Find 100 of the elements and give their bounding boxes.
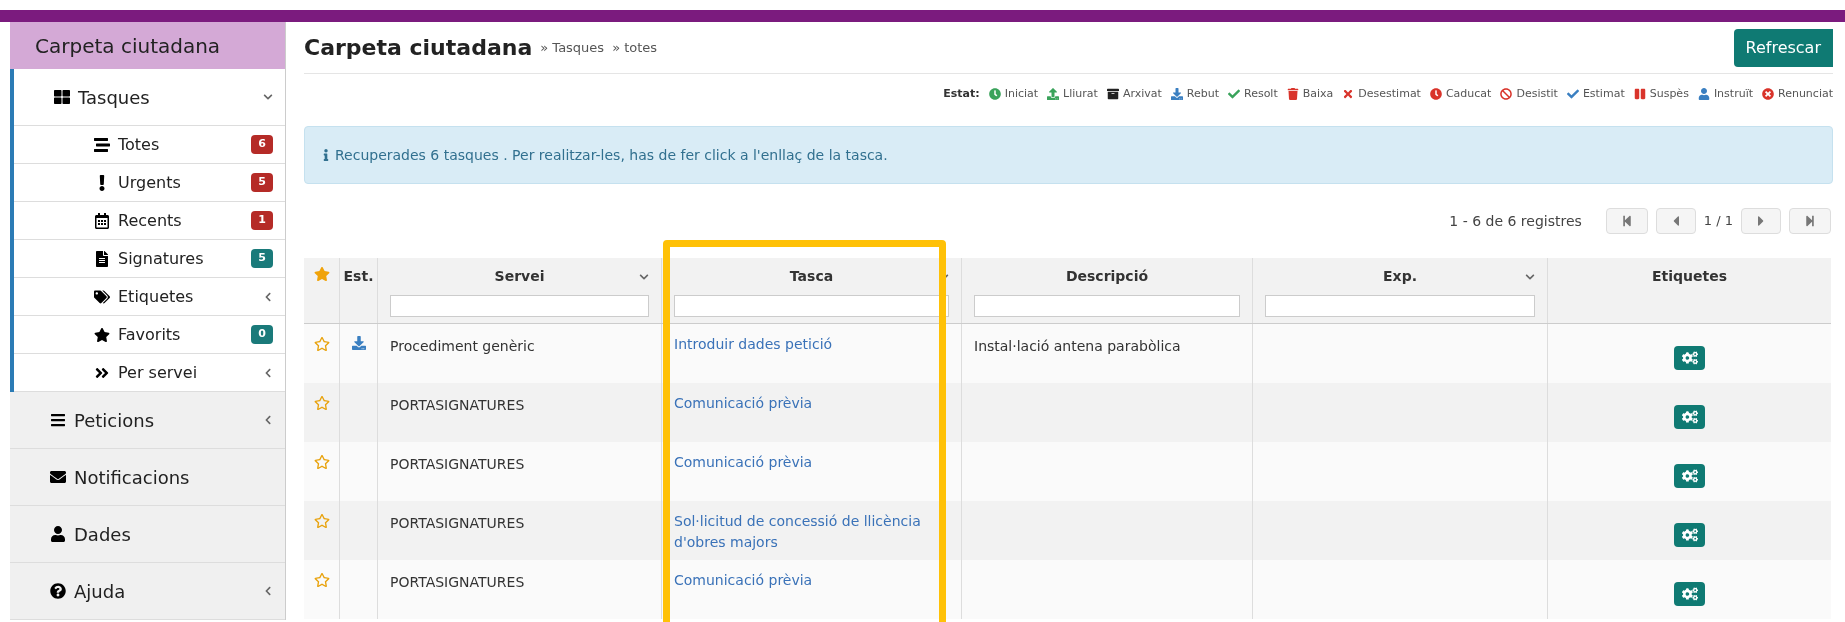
filter-field[interactable]	[974, 295, 1240, 317]
page-title: Carpeta ciutadana	[304, 34, 533, 62]
filter-field[interactable]	[390, 295, 649, 317]
document-icon	[94, 250, 110, 267]
table-cell: PORTASIGNATURES	[390, 397, 525, 413]
chevron-down-icon[interactable]	[1525, 271, 1535, 282]
first-page-button[interactable]	[1605, 208, 1648, 234]
sidebar-label: Notificacions	[74, 465, 190, 490]
legend-item: Iniciat	[1004, 85, 1039, 102]
star-icon[interactable]	[313, 395, 330, 411]
sidebar-label: Favorits	[118, 323, 181, 346]
sidebar-label: Tasques	[78, 85, 150, 110]
task-link[interactable]: Comunicació prèvia	[674, 452, 949, 473]
info-icon	[321, 149, 331, 161]
gears-icon	[1681, 528, 1698, 542]
sidebar-label: Totes	[118, 133, 160, 156]
envelope-icon	[50, 469, 66, 485]
sidebar-item[interactable]: Favorits 0	[14, 316, 285, 354]
filter-field[interactable]	[674, 295, 949, 317]
tags-button[interactable]	[1674, 582, 1705, 606]
legend-item: Baixa	[1302, 85, 1334, 102]
legend-item: Estimat	[1582, 85, 1625, 102]
legend-item: Renunciat	[1778, 85, 1833, 102]
skip-forward-icon	[1804, 215, 1816, 227]
sidebar-item[interactable]: Totes 6	[14, 126, 285, 164]
sidebar-label: Signatures	[118, 247, 204, 270]
next-page-button[interactable]	[1741, 208, 1781, 234]
table-cell: PORTASIGNATURES	[390, 456, 525, 472]
task-link[interactable]: Introduir dades petició	[674, 334, 949, 355]
task-link[interactable]: Comunicació prèvia	[674, 393, 949, 414]
gears-icon	[1681, 587, 1698, 601]
star-icon	[94, 326, 110, 343]
sidebar-label: Ajuda	[74, 579, 126, 604]
chevron-down-icon[interactable]	[639, 271, 649, 282]
refresh-button[interactable]: Refrescar	[1733, 28, 1833, 67]
column-header[interactable]: Descripció	[1065, 266, 1149, 287]
breadcrumb-link[interactable]: » totes	[612, 37, 658, 58]
star-icon[interactable]	[313, 572, 330, 588]
sidebar-label: Dades	[74, 522, 131, 547]
sidebar-item[interactable]: Tasques	[14, 69, 285, 126]
skip-back-icon	[1620, 215, 1633, 227]
column-header[interactable]: Est.	[343, 266, 374, 287]
user-icon	[50, 526, 66, 542]
sidebar-label: Per servei	[118, 361, 198, 384]
count-badge: 5	[251, 249, 273, 268]
legend-item: Lliurat	[1063, 85, 1098, 102]
tags-button[interactable]	[1674, 464, 1705, 488]
table-cell: PORTASIGNATURES	[390, 515, 525, 531]
legend-item: Arxivat	[1122, 85, 1162, 102]
table-cell: Instal·lació antena parabòlica	[974, 338, 1181, 354]
breadcrumb-link[interactable]: » Tasques	[540, 37, 605, 58]
page-indicator: 1 / 1	[1703, 212, 1733, 231]
record-count: 1 - 6 de 6 registres	[1449, 211, 1582, 231]
column-header[interactable]: Servei	[494, 266, 545, 287]
sidebar-label: Urgents	[118, 171, 181, 194]
tags-button[interactable]	[1674, 405, 1705, 429]
task-link[interactable]: Sol·licitud de concessió de llicència d'obres majors	[674, 511, 949, 553]
last-page-button[interactable]	[1789, 208, 1831, 234]
star-icon[interactable]	[313, 336, 330, 352]
column-header[interactable]: Tasca	[789, 266, 834, 287]
info-message: Recuperades 6 tasques . Per realitzar-les, has de fer click a l'enllaç de la tasca.	[335, 145, 888, 165]
filter-field[interactable]	[1265, 295, 1535, 317]
gears-icon	[1681, 410, 1698, 424]
calendar-icon	[94, 212, 110, 229]
tags-icon	[94, 288, 110, 305]
legend-item: Instruït	[1713, 85, 1753, 102]
legend-item: Suspès	[1649, 85, 1689, 102]
sidebar-item[interactable]: Etiquetes	[14, 278, 285, 316]
sidebar-item[interactable]: Per servei	[14, 354, 285, 392]
star-icon[interactable]	[313, 513, 330, 529]
sidebar-title: Carpeta ciutadana	[10, 22, 285, 69]
previous-page-button[interactable]	[1655, 208, 1696, 234]
tags-button[interactable]	[1674, 523, 1705, 547]
favorite-header-icon	[313, 266, 330, 282]
count-badge: 5	[251, 173, 273, 192]
sidebar-item[interactable]: Signatures 5	[14, 240, 285, 278]
table-cell: Procediment genèric	[390, 338, 535, 354]
count-badge: 1	[251, 211, 273, 230]
sidebar-label: Recents	[118, 209, 182, 232]
count-badge: 6	[251, 135, 273, 154]
column-header[interactable]: Etiquetes	[1651, 266, 1728, 287]
list-icon	[94, 136, 110, 153]
legend-item: Desestimat	[1358, 85, 1421, 102]
legend-item: Caducat	[1445, 85, 1492, 102]
grid-icon	[54, 89, 70, 105]
star-icon[interactable]	[313, 454, 330, 470]
help-icon	[50, 583, 66, 599]
legend-item: Desistit	[1516, 85, 1558, 102]
sidebar-item[interactable]: Recents 1	[14, 202, 285, 240]
sidebar-item[interactable]: Urgents 5	[14, 164, 285, 202]
sidebar-label: Etiquetes	[118, 285, 194, 308]
task-link[interactable]: Comunicació prèvia	[674, 570, 949, 591]
column-header[interactable]: Exp.	[1383, 266, 1417, 287]
legend-label: Estat:	[943, 85, 980, 102]
legend-item: Resolt	[1244, 85, 1278, 102]
legend-item: Rebut	[1186, 85, 1219, 102]
tags-button[interactable]	[1674, 346, 1705, 370]
menu-icon	[50, 412, 66, 428]
table-cell: PORTASIGNATURES	[390, 574, 525, 590]
count-badge: 0	[251, 325, 273, 344]
